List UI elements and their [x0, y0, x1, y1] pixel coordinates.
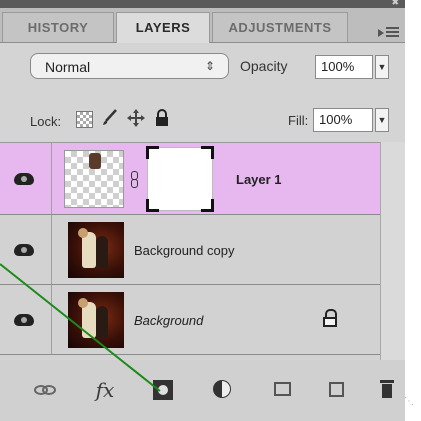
mask-link-icon[interactable]: [130, 171, 138, 188]
tab-history[interactable]: HISTORY: [2, 12, 114, 42]
link-layers-icon[interactable]: [32, 377, 58, 403]
opacity-dropdown-button[interactable]: ▼: [375, 55, 389, 79]
layers-scrollbar[interactable]: [380, 142, 405, 360]
layers-list: Layer 1 Background copy Background: [0, 142, 380, 359]
opacity-input[interactable]: 100%: [315, 55, 373, 79]
lock-position-icon[interactable]: [126, 108, 146, 128]
visibility-toggle[interactable]: [0, 215, 52, 284]
tab-adjustments[interactable]: ADJUSTMENTS: [212, 12, 348, 42]
lock-all-icon[interactable]: [152, 108, 172, 128]
lock-transparent-pixels-icon[interactable]: [74, 108, 94, 128]
new-group-folder-icon[interactable]: [270, 377, 296, 403]
visibility-toggle[interactable]: [0, 285, 52, 354]
new-layer-icon[interactable]: [324, 377, 350, 403]
layer-row-background-copy[interactable]: Background copy: [0, 215, 380, 285]
layer-name[interactable]: Background: [134, 313, 203, 328]
fill-label: Fill:: [288, 113, 309, 128]
layer-name[interactable]: Background copy: [134, 243, 234, 258]
eye-icon: [14, 172, 34, 185]
layers-panel: ✖ HISTORY LAYERS ADJUSTMENTS Normal ⇕ Op…: [0, 0, 405, 421]
lock-image-pixels-icon[interactable]: [100, 108, 120, 128]
layer-row-background[interactable]: Background: [0, 285, 380, 355]
layer-name[interactable]: Layer 1: [236, 172, 282, 187]
resize-grip-icon[interactable]: ⋱: [404, 396, 418, 410]
fill-input[interactable]: 100%: [313, 108, 373, 132]
layer-thumbnail[interactable]: [64, 150, 124, 208]
delete-layer-trash-icon[interactable]: [374, 377, 400, 403]
layer-thumbnail[interactable]: [68, 222, 124, 278]
lock-label: Lock:: [30, 114, 62, 129]
visibility-toggle[interactable]: [0, 143, 52, 214]
panel-title-bar: ✖: [0, 0, 405, 8]
panel-menu-icon[interactable]: [378, 22, 400, 42]
layer-thumbnail[interactable]: [68, 292, 124, 348]
close-icon[interactable]: ✖: [391, 0, 399, 7]
new-adjustment-layer-icon[interactable]: [210, 377, 236, 403]
opacity-label: Opacity: [240, 58, 288, 74]
updown-arrows-icon: ⇕: [205, 59, 216, 73]
layer-row-layer-1[interactable]: Layer 1: [0, 143, 380, 215]
add-layer-mask-icon[interactable]: [150, 377, 176, 403]
eye-icon: [14, 313, 34, 326]
layers-footer: fx: [0, 360, 405, 421]
layer-mask-thumbnail[interactable]: [146, 146, 214, 212]
eye-icon: [14, 243, 34, 256]
blend-mode-select[interactable]: Normal ⇕: [30, 53, 229, 79]
blend-mode-value: Normal: [45, 59, 91, 75]
background-lock-icon: [323, 309, 337, 327]
layer-style-fx-icon[interactable]: fx: [92, 377, 118, 403]
tab-layers[interactable]: LAYERS: [116, 12, 210, 43]
panel-tabs: HISTORY LAYERS ADJUSTMENTS: [0, 8, 405, 43]
fill-dropdown-button[interactable]: ▼: [375, 108, 389, 132]
